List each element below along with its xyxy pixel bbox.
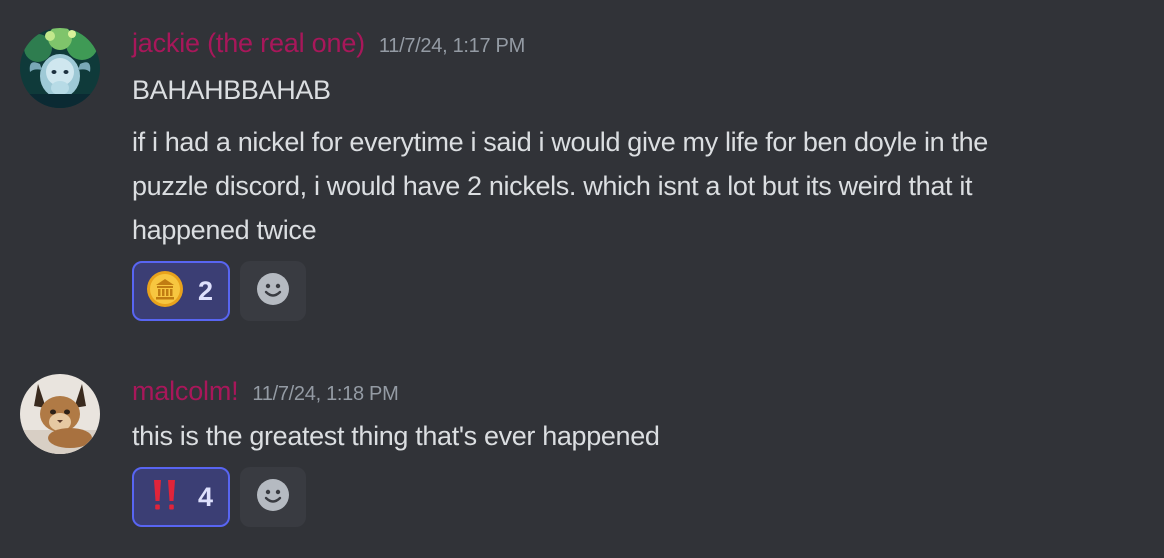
- avatar[interactable]: [20, 28, 100, 108]
- avatar-caracal-image: [20, 374, 100, 454]
- timestamp[interactable]: 11/7/24, 1:17 PM: [379, 35, 525, 58]
- message-text-line: BAHAHBBAHAB: [132, 75, 331, 105]
- double-exclamation-emoji-icon: [146, 476, 184, 519]
- timestamp[interactable]: 11/7/24, 1:18 PM: [252, 383, 398, 406]
- message-text-line: puzzle discord, i would have 2 nickels. …: [132, 171, 973, 201]
- reaction-count: 4: [198, 481, 214, 512]
- add-reaction-button[interactable]: [240, 467, 306, 527]
- message-text-line: happened twice: [132, 215, 317, 245]
- message-text-line: if i had a nickel for everytime i said i…: [132, 127, 988, 157]
- message-1: jackie (the real one) 11/7/24, 1:17 PM B…: [0, 0, 1164, 340]
- message-2: malcolm! 11/7/24, 1:18 PM this is the gr…: [0, 340, 1164, 558]
- avatar[interactable]: [20, 374, 100, 454]
- message-header: jackie (the real one) 11/7/24, 1:17 PM: [132, 28, 525, 59]
- message-header: malcolm! 11/7/24, 1:18 PM: [132, 376, 399, 407]
- reactions-bar: 4: [132, 467, 306, 527]
- reaction-coin[interactable]: 2: [132, 261, 230, 321]
- coin-emoji-icon: [146, 270, 184, 313]
- username[interactable]: malcolm!: [132, 376, 239, 407]
- reaction-count: 2: [198, 275, 214, 306]
- avatar-goat-image: [20, 28, 100, 108]
- smiley-icon: [256, 272, 290, 311]
- message-text-line: this is the greatest thing that's ever h…: [132, 421, 660, 451]
- smiley-icon: [256, 478, 290, 517]
- reaction-exclamation[interactable]: 4: [132, 467, 230, 527]
- reactions-bar: 2: [132, 261, 306, 321]
- username[interactable]: jackie (the real one): [132, 28, 365, 59]
- add-reaction-button[interactable]: [240, 261, 306, 321]
